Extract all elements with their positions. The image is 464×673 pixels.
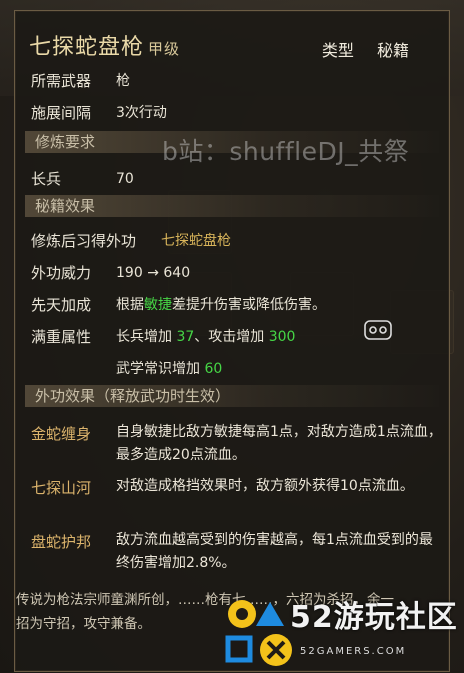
video-watermark-icon [364,320,392,340]
interval-value: 3次行动 [116,105,167,121]
skill-tooltip-panel: 七探蛇盘枪 甲级 类型 秘籍 所需武器 枪 施展间隔 3次行动 修炼要求 长兵 7… [14,10,450,672]
requirement-value: 70 [116,171,134,187]
logo-text: 52游玩社区 [290,600,458,635]
power-label: 外功威力 [31,264,92,282]
full-value: 长兵增加 37、攻击增加 300 [116,327,295,347]
full-sep: 、攻击增加 [194,329,265,345]
effect-text: 自身敏捷比敌方敏捷每高1点，对敌方造成1点流血，最多造成20点流血。 [116,424,442,463]
full-a: 长兵增加 [116,329,172,345]
innate-pre: 根据 [116,297,144,313]
arrow-icon: → [147,265,159,281]
full-label: 满重属性 [31,328,92,346]
skill-grade: 甲级 [148,40,181,58]
effect-text: 敌方流血越高受到的伤害越高，每1点流血受到的最终伤害增加2.8%。 [116,532,433,571]
watermark-text: b站：shuffleDJ_共祭 [162,137,410,166]
full-c-value: 60 [204,361,223,377]
weapon-value: 枪 [116,73,130,89]
section-secret: 秘籍效果 [25,195,439,217]
weapon-label: 所需武器 [31,72,92,90]
logo-subtext: 52GAMERS.COM [300,646,407,657]
effect-text: 对敌造成格挡效果时，敌方额外获得10点流血。 [116,478,414,494]
power-to: 640 [163,265,191,281]
tab-secret[interactable]: 秘籍 [377,41,409,60]
full-c: 武学常识增加 [116,361,200,377]
full-value-2: 武学常识增加 60 [116,359,222,379]
interval-label: 施展间隔 [31,104,92,122]
learn-value: 七探蛇盘枪 [161,233,231,249]
full-b-value: 300 [268,329,296,345]
skill-title: 七探蛇盘枪 甲级 [29,29,180,61]
effect-label: 七探山河 [31,479,92,497]
learn-label: 修炼后习得外功 [31,232,137,250]
innate-post: 差提升伤害或降低伤害。 [172,297,326,313]
power-value: 190 → 640 [116,263,190,283]
innate-highlight: 敏捷 [144,297,172,313]
effect-label: 盘蛇护邦 [31,533,92,551]
innate-label: 先天加成 [31,296,92,314]
power-from: 190 [116,265,143,281]
innate-value: 根据敏捷差提升伤害或降低伤害。 [116,295,326,315]
effect-label: 金蛇缠身 [31,425,92,443]
full-a-value: 37 [176,329,195,345]
requirement-label: 长兵 [31,170,62,188]
skill-name: 七探蛇盘枪 [29,35,145,60]
section-outer: 外功效果（释放武功时生效） [25,385,439,407]
tabs: 类型 秘籍 [304,37,409,61]
tab-type[interactable]: 类型 [322,41,354,60]
